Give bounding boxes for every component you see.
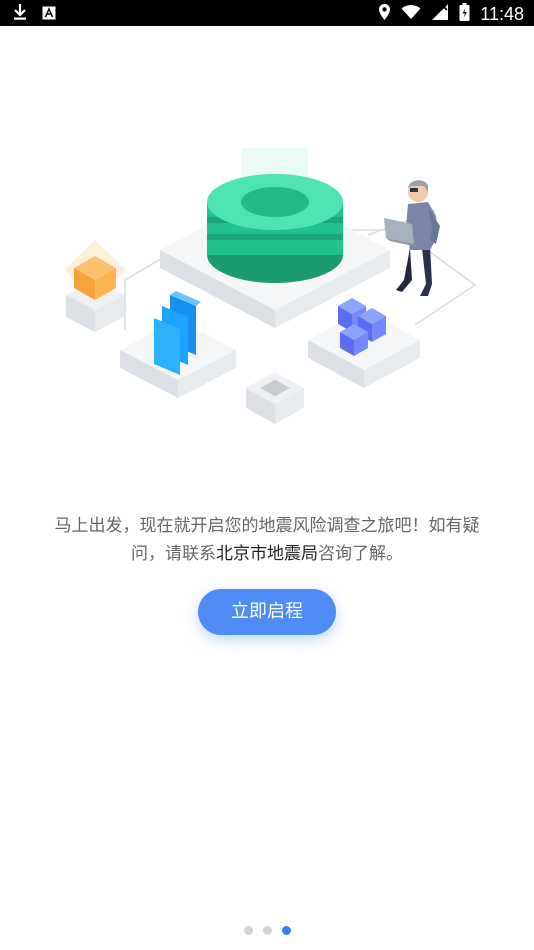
orange-cube-platform (64, 240, 126, 332)
battery-icon (459, 3, 470, 25)
page-dot[interactable] (243, 926, 253, 935)
books-platform (120, 291, 236, 398)
start-now-button[interactable]: 立即启程 (198, 589, 336, 635)
bureau-name: 北京市地震局 (216, 544, 318, 564)
text-a-icon (42, 5, 56, 24)
message-text-end: 咨询了解。 (318, 544, 403, 564)
page-indicator (0, 926, 534, 935)
signal-icon (431, 3, 449, 25)
page-dot-active[interactable] (281, 926, 291, 935)
person-with-laptop (384, 180, 440, 296)
onboarding-illustration (0, 120, 534, 450)
status-bar: 11:48 (0, 0, 534, 26)
download-icon (12, 3, 28, 25)
small-platform (246, 372, 304, 424)
location-icon (378, 3, 391, 25)
blocks-platform (308, 298, 420, 388)
database-cylinder (207, 174, 343, 283)
onboarding-message: 马上出发，现在就开启您的地震风险调查之旅吧！如有疑问，请联系北京市地震局咨询了解… (40, 512, 494, 568)
status-time: 11:48 (480, 4, 524, 24)
wifi-icon (401, 4, 421, 24)
page-dot[interactable] (262, 926, 272, 935)
